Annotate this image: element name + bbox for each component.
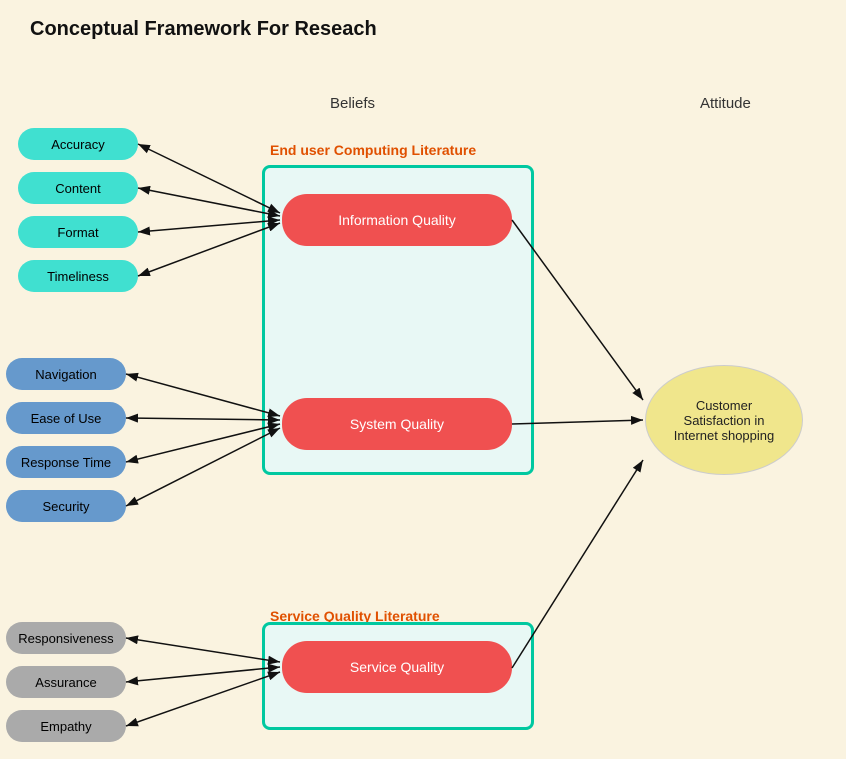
pill-format: Format [18,216,138,248]
pill-content: Content [18,172,138,204]
pill-ease-of-use: Ease of Use [6,402,126,434]
pill-service-quality: Service Quality [282,641,512,693]
pill-empathy: Empathy [6,710,126,742]
page-title: Conceptual Framework For Reseach [30,18,377,41]
pill-info-quality: Information Quality [282,194,512,246]
pill-timeliness: Timeliness [18,260,138,292]
pill-navigation: Navigation [6,358,126,390]
pill-response-time: Response Time [6,446,126,478]
label-attitude: Attitude [700,95,751,112]
pill-responsiveness: Responsiveness [6,622,126,654]
pill-assurance: Assurance [6,666,126,698]
pill-security: Security [6,490,126,522]
customer-satisfaction-label: CustomerSatisfaction inInternet shopping [674,398,774,443]
label-beliefs: Beliefs [330,95,375,112]
pill-system-quality: System Quality [282,398,512,450]
lit-end-user: End user Computing Literature [270,142,476,158]
customer-satisfaction-oval: CustomerSatisfaction inInternet shopping [645,365,803,475]
pill-accuracy: Accuracy [18,128,138,160]
diagram: Conceptual Framework For Reseach Beliefs… [0,0,846,759]
